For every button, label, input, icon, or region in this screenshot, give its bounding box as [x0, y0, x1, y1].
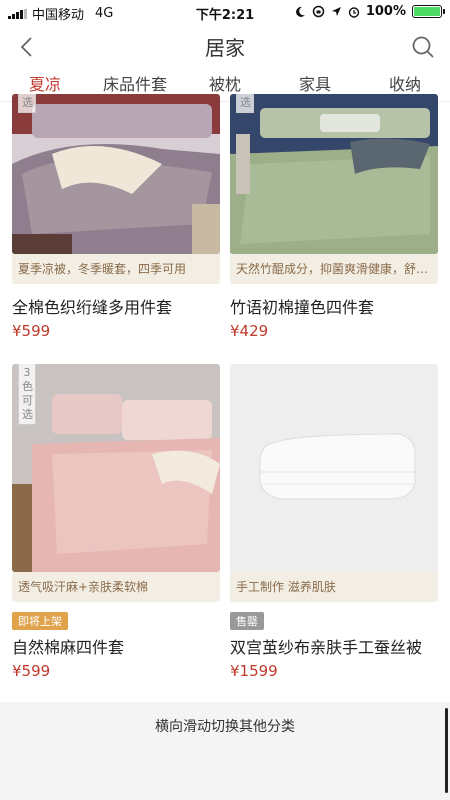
page-title: 居家	[205, 36, 245, 60]
product-tagline: 夏季凉被，冬季暖套，四季可用	[12, 254, 220, 284]
product-image[interactable]: 选	[230, 94, 438, 254]
silk-quilt-image	[230, 364, 438, 572]
product-tagline: 手工制作 滋养肌肤	[230, 572, 438, 602]
product-price: ¥599	[12, 662, 51, 680]
sold-out-badge: 售罄	[230, 612, 264, 630]
product-title[interactable]: 全棉色织绗缝多用件套	[12, 294, 220, 318]
product-price: ¥429	[230, 322, 269, 340]
product-image[interactable]: 选	[12, 94, 220, 254]
bedding-pink-image	[12, 364, 220, 572]
bedding-green-image	[230, 94, 438, 254]
alarm-icon	[348, 6, 360, 18]
product-card[interactable]: 3色可选 透气吸汗麻+亲肤柔软棉 即将上架 自然棉麻四件套 ¥599	[12, 364, 220, 680]
product-image[interactable]	[230, 364, 438, 572]
swipe-hint-text: 横向滑动切换其他分类	[155, 719, 295, 735]
color-options-badge: 3色可选	[18, 364, 36, 425]
bedding-lavender-image	[12, 94, 220, 254]
product-title[interactable]: 双宫茧纱布亲肤手工蚕丝被	[230, 634, 438, 658]
battery-icon	[412, 5, 445, 18]
battery-percent: 100%	[365, 4, 406, 19]
product-tagline: 天然竹醌成分，抑菌爽滑健康，舒适享受	[230, 254, 438, 284]
search-icon[interactable]	[410, 34, 436, 60]
status-bar: 中国移动 4G 下午2:21 100%	[0, 0, 450, 24]
coming-soon-badge: 即将上架	[12, 612, 68, 630]
corner-badge: 选	[236, 94, 254, 113]
product-price: ¥599	[12, 322, 51, 340]
scroll-indicator	[445, 708, 448, 793]
status-right: 100%	[294, 4, 445, 19]
location-icon	[331, 7, 341, 16]
product-title[interactable]: 竹语初棉撞色四件套	[230, 294, 438, 318]
corner-badge: 选	[18, 94, 36, 113]
product-image[interactable]: 3色可选	[12, 364, 220, 572]
moon-icon	[295, 6, 305, 17]
swipe-hint-footer: 横向滑动切换其他分类	[0, 702, 450, 800]
product-price: ¥1599	[230, 662, 278, 680]
navigation-bar: 居家	[0, 24, 450, 68]
product-tagline: 透气吸汗麻+亲肤柔软棉	[12, 572, 220, 602]
orientation-lock-icon	[312, 5, 325, 18]
product-title[interactable]: 自然棉麻四件套	[12, 634, 220, 658]
product-card[interactable]: 选 天然竹醌成分，抑菌爽滑健康，舒适享受 竹语初棉撞色四件套 ¥429	[230, 94, 438, 340]
product-card[interactable]: 选 夏季凉被，冬季暖套，四季可用 全棉色织绗缝多用件套 ¥599	[12, 94, 220, 340]
product-card[interactable]: 手工制作 滋养肌肤 售罄 双宫茧纱布亲肤手工蚕丝被 ¥1599	[230, 364, 438, 680]
